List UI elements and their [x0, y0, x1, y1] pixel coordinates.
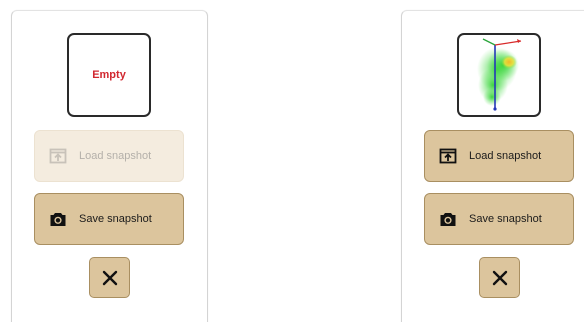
save-snapshot-button[interactable]: Save snapshot	[424, 193, 574, 245]
load-snapshot-label: Load snapshot	[79, 150, 152, 162]
close-icon	[492, 270, 507, 285]
close-button[interactable]	[479, 257, 520, 298]
screen: Empty Load snapshot Save snapshot Load s…	[0, 0, 584, 322]
snapshot-panel-filled: Load snapshot Save snapshot	[401, 10, 584, 322]
load-snapshot-button[interactable]: Load snapshot	[34, 130, 184, 182]
close-icon	[102, 270, 117, 285]
snapshot-thumbnail[interactable]	[457, 33, 541, 117]
camera-icon	[440, 213, 456, 226]
load-snapshot-icon	[439, 148, 457, 164]
load-snapshot-button[interactable]: Load snapshot	[424, 130, 574, 182]
snapshot-panel-empty: Empty Load snapshot Save snapshot	[11, 10, 208, 322]
load-snapshot-label: Load snapshot	[469, 150, 542, 162]
empty-label: Empty	[92, 69, 126, 81]
save-snapshot-label: Save snapshot	[79, 213, 152, 225]
save-snapshot-button[interactable]: Save snapshot	[34, 193, 184, 245]
snapshot-thumbnail[interactable]: Empty	[67, 33, 151, 117]
load-snapshot-icon	[49, 148, 67, 164]
snapshot-preview-heatmap	[477, 38, 522, 111]
close-button[interactable]	[89, 257, 130, 298]
save-snapshot-label: Save snapshot	[469, 213, 542, 225]
camera-icon	[50, 213, 66, 226]
